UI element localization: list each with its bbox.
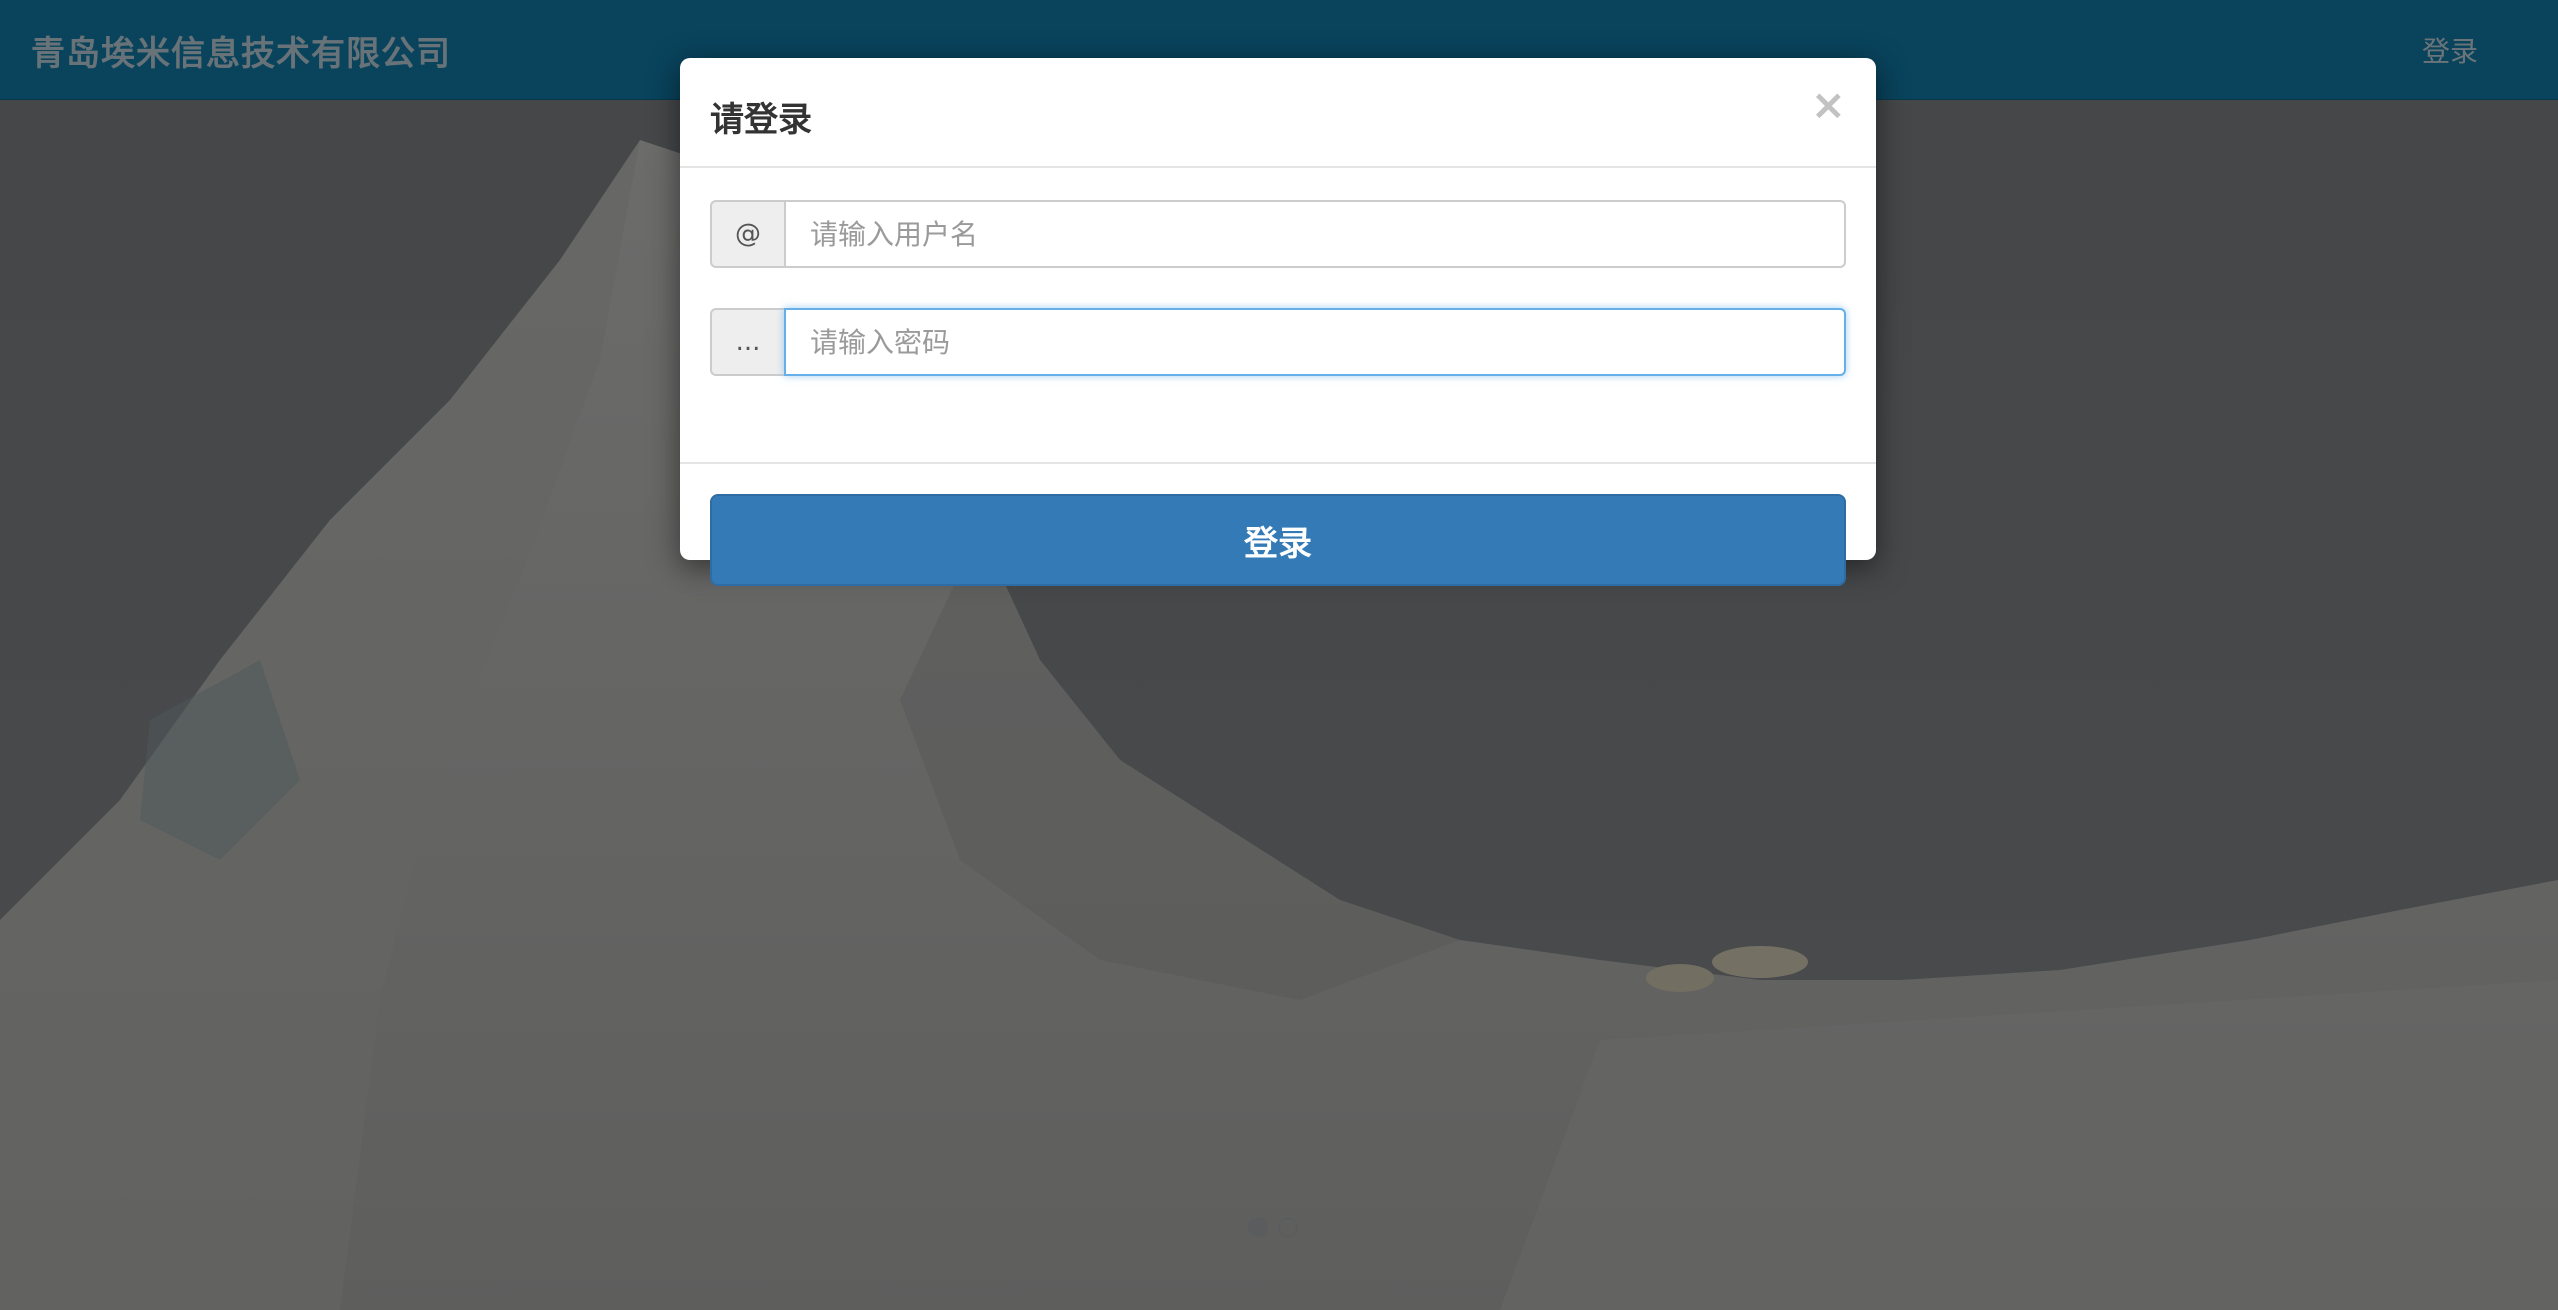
modal-header: 请登录 × [680, 58, 1876, 168]
login-modal: 请登录 × @ ... 登录 [680, 58, 1876, 586]
modal-footer: 登录 [680, 464, 1876, 586]
username-input[interactable] [784, 200, 1846, 268]
modal-title: 请登录 [710, 100, 812, 140]
close-button[interactable]: × [1811, 84, 1846, 126]
login-submit-button[interactable]: 登录 [710, 494, 1846, 586]
password-input[interactable] [784, 308, 1846, 376]
ellipsis-icon: ... [710, 308, 784, 376]
close-icon: × [1810, 80, 1846, 129]
username-input-group: @ [710, 200, 1846, 268]
at-icon: @ [710, 200, 784, 268]
password-input-group: ... [710, 308, 1846, 376]
